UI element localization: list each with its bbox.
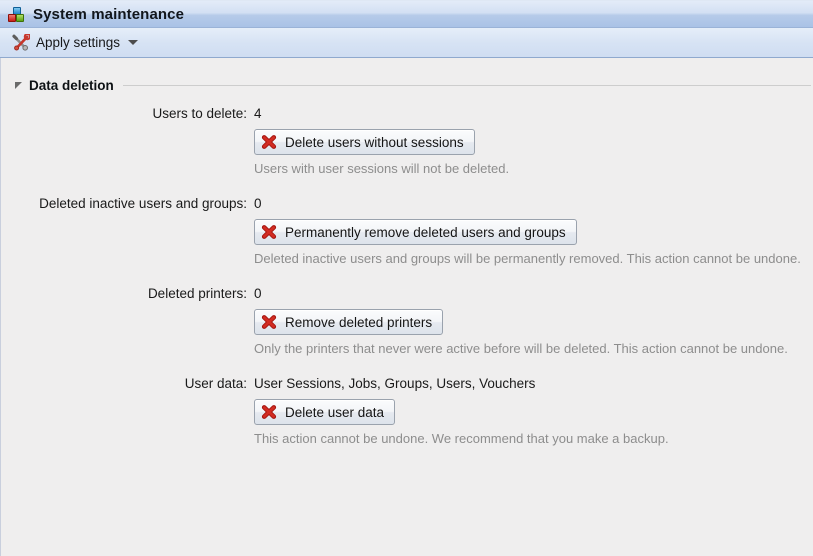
system-maintenance-window: System maintenance Ap — [0, 0, 813, 556]
row-deleted-inactive-users-and-groups: Deleted inactive users and groups: 0 — [1, 196, 813, 266]
red-x-icon — [261, 404, 277, 420]
remove-deleted-printers-button[interactable]: Remove deleted printers — [254, 309, 443, 335]
field-value: 0 — [254, 286, 262, 301]
field-value: User Sessions, Jobs, Groups, Users, Vouc… — [254, 376, 535, 391]
field-row: User data: User Sessions, Jobs, Groups, … — [1, 376, 813, 391]
button-label: Delete users without sessions — [285, 135, 464, 150]
field-row: Deleted inactive users and groups: 0 — [1, 196, 813, 211]
action-block: Delete user data This action cannot be u… — [254, 399, 813, 446]
red-x-icon — [261, 224, 277, 240]
row-deleted-printers: Deleted printers: 0 — [1, 286, 813, 356]
field-label: Users to delete: — [1, 106, 247, 121]
help-text: Only the printers that never were active… — [254, 341, 813, 356]
wrench-screwdriver-icon — [12, 34, 30, 52]
toolbar: Apply settings — [0, 28, 813, 58]
section-title: Data deletion — [29, 78, 114, 93]
field-label: Deleted printers: — [1, 286, 247, 301]
field-value: 4 — [254, 106, 262, 121]
help-text: Users with user sessions will not be del… — [254, 161, 813, 176]
data-deletion-rows: Users to delete: 4 — [1, 106, 813, 446]
row-users-to-delete: Users to delete: 4 — [1, 106, 813, 176]
field-label: User data: — [1, 376, 247, 391]
content-area: Data deletion Users to delete: 4 — [0, 58, 813, 556]
window-titlebar: System maintenance — [0, 0, 813, 28]
action-block: Remove deleted printers Only the printer… — [254, 309, 813, 356]
red-x-icon — [261, 314, 277, 330]
delete-users-without-sessions-button[interactable]: Delete users without sessions — [254, 129, 475, 155]
apply-settings-label: Apply settings — [36, 35, 120, 50]
action-block: Delete users without sessions Users with… — [254, 129, 813, 176]
field-label: Deleted inactive users and groups: — [1, 196, 247, 211]
apply-settings-menu-button[interactable]: Apply settings — [8, 31, 142, 55]
field-value: 0 — [254, 196, 262, 211]
action-block: Permanently remove deleted users and gro… — [254, 219, 813, 266]
collapse-triangle-icon[interactable] — [15, 82, 22, 89]
field-row: Users to delete: 4 — [1, 106, 813, 121]
button-label: Permanently remove deleted users and gro… — [285, 225, 566, 240]
red-x-icon — [261, 134, 277, 150]
help-text: This action cannot be undone. We recomme… — [254, 431, 813, 446]
button-label: Delete user data — [285, 405, 384, 420]
caret-down-icon — [128, 40, 138, 45]
field-row: Deleted printers: 0 — [1, 286, 813, 301]
blocks-icon — [8, 5, 26, 23]
button-label: Remove deleted printers — [285, 315, 432, 330]
row-user-data: User data: User Sessions, Jobs, Groups, … — [1, 376, 813, 446]
permanently-remove-deleted-users-and-groups-button[interactable]: Permanently remove deleted users and gro… — [254, 219, 577, 245]
window-title: System maintenance — [33, 6, 184, 23]
help-text: Deleted inactive users and groups will b… — [254, 251, 813, 266]
section-divider — [123, 85, 811, 86]
delete-user-data-button[interactable]: Delete user data — [254, 399, 395, 425]
section-header-data-deletion: Data deletion — [1, 76, 813, 94]
